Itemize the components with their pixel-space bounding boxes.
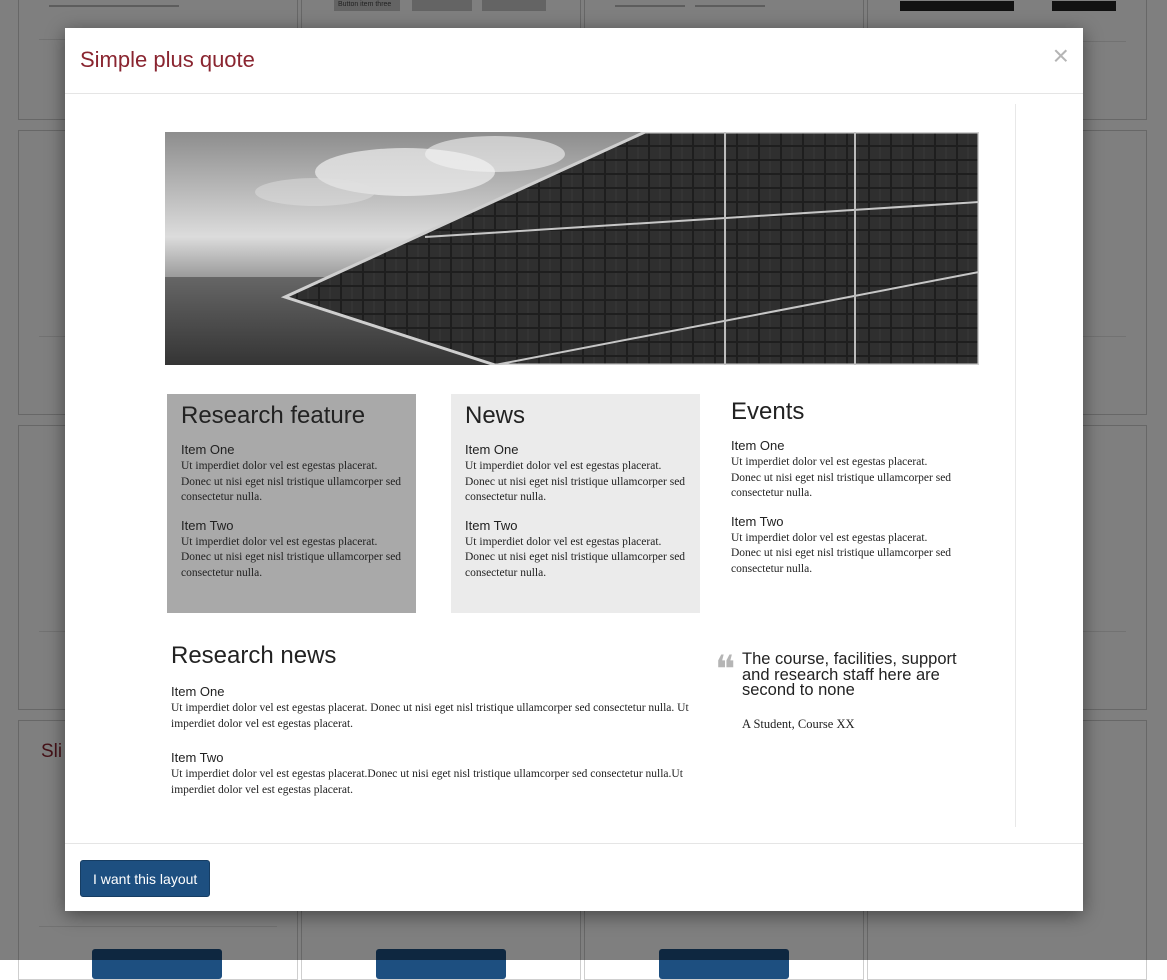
quote-mark-icon: ❝	[715, 647, 736, 691]
quote-section: ❝ The course, facilities, support and re…	[715, 647, 975, 732]
news-panel: News Item One Ut imperdiet dolor vel est…	[451, 394, 700, 613]
quote-text: The course, facilities, support and rese…	[742, 650, 957, 699]
modal-footer: I want this layout	[65, 843, 1083, 912]
modal-body: Research feature Item One Ut imperdiet d…	[65, 94, 1083, 843]
solar-panels-illustration	[165, 132, 979, 365]
item-text: Ut imperdiet dolor vel est egestas place…	[171, 768, 683, 796]
item-title: Item One	[171, 684, 225, 699]
panel-heading: News	[465, 402, 526, 429]
vertical-divider	[1015, 104, 1016, 827]
item-text: Ut imperdiet dolor vel est egestas place…	[731, 456, 952, 499]
item-title: Item Two	[731, 513, 784, 529]
panel-heading: Events	[731, 398, 805, 425]
item-title: Item Two	[465, 517, 518, 533]
hero-image	[165, 132, 979, 365]
close-icon[interactable]: ×	[1053, 42, 1069, 70]
research-feature-panel: Research feature Item One Ut imperdiet d…	[167, 394, 416, 613]
panel-heading: Research feature	[181, 402, 366, 429]
item-text: Ut imperdiet dolor vel est egestas place…	[181, 535, 402, 579]
item-title: Item One	[465, 442, 519, 457]
item-title: Item One	[731, 438, 785, 453]
events-panel: Events Item One Ut imperdiet dolor vel e…	[717, 390, 966, 609]
modal-title: Simple plus quote	[80, 47, 255, 72]
item-text: Ut imperdiet dolor vel est egestas place…	[465, 460, 686, 503]
item-text: Ut imperdiet dolor vel est egestas place…	[171, 702, 689, 730]
item-title: Item Two	[171, 750, 224, 765]
quote-author: A Student, Course XX	[742, 716, 855, 731]
item-text: Ut imperdiet dolor vel est egestas place…	[465, 535, 686, 579]
item-title: Item Two	[181, 517, 234, 533]
item-text: Ut imperdiet dolor vel est egestas place…	[731, 531, 952, 575]
modal-header: Simple plus quote ×	[65, 28, 1083, 94]
item-title: Item One	[181, 442, 235, 457]
choose-layout-button[interactable]: I want this layout	[80, 860, 211, 897]
research-news-section: Research news Item One Ut imperdiet dolo…	[171, 642, 691, 810]
layout-preview-modal: Simple plus quote × Research feature Ite…	[65, 28, 1083, 911]
section-heading: Research news	[171, 642, 337, 669]
item-text: Ut imperdiet dolor vel est egestas place…	[181, 460, 402, 503]
